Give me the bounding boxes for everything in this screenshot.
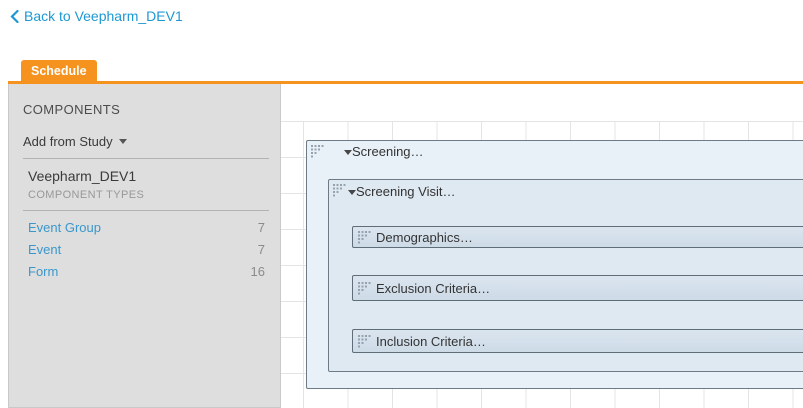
event-box-screening-visit[interactable]: Screening Visit… Demographics… — [328, 179, 803, 372]
components-panel-title: COMPONENTS — [23, 102, 269, 117]
form-label: Demographics… — [376, 230, 473, 245]
event-group-link[interactable]: Event Group — [28, 220, 101, 235]
component-type-row-event-group[interactable]: Event Group 7 — [23, 216, 269, 238]
event-group-box-screening[interactable]: Screening… Screening Visit… — [306, 140, 803, 389]
sidebar-divider — [23, 210, 269, 211]
drag-handle-icon[interactable] — [333, 184, 346, 197]
back-chevron-icon — [10, 10, 19, 23]
components-panel: COMPONENTS Add from Study Veepharm_DEV1 … — [8, 84, 281, 408]
form-label: Inclusion Criteria… — [376, 334, 486, 349]
event-label: Screening Visit… — [356, 184, 455, 199]
form-label: Exclusion Criteria… — [376, 281, 490, 296]
schedule-canvas[interactable]: Screening… Screening Visit… — [281, 84, 803, 408]
component-type-row-form[interactable]: Form 16 — [23, 260, 269, 282]
event-group-count: 7 — [258, 220, 265, 235]
form-box-exclusion-criteria[interactable]: Exclusion Criteria… — [352, 275, 803, 301]
back-link[interactable]: Back to Veepharm_DEV1 — [10, 8, 183, 24]
drag-handle-icon[interactable] — [311, 145, 324, 158]
dropdown-caret-icon — [119, 139, 127, 144]
component-type-row-event[interactable]: Event 7 — [23, 238, 269, 260]
component-type-list: Event Group 7 Event 7 Form 16 — [23, 216, 269, 282]
back-link-label: Back to Veepharm_DEV1 — [24, 8, 183, 24]
collapse-caret-icon[interactable] — [348, 190, 356, 195]
add-from-study-button[interactable]: Add from Study — [23, 134, 269, 149]
sidebar-divider — [23, 158, 269, 159]
drag-handle-icon[interactable] — [358, 282, 371, 295]
drag-handle-icon[interactable] — [358, 335, 371, 348]
form-link[interactable]: Form — [28, 264, 58, 279]
event-group-label: Screening… — [352, 144, 424, 159]
form-box-demographics[interactable]: Demographics… — [352, 226, 803, 248]
add-from-study-label: Add from Study — [23, 134, 113, 149]
form-box-inclusion-criteria[interactable]: Inclusion Criteria… — [352, 329, 803, 353]
event-link[interactable]: Event — [28, 242, 61, 257]
event-count: 7 — [258, 242, 265, 257]
drag-handle-icon[interactable] — [358, 231, 371, 244]
tab-schedule-label: Schedule — [31, 64, 87, 78]
component-types-label: COMPONENT TYPES — [23, 189, 269, 201]
tab-schedule[interactable]: Schedule — [21, 60, 97, 81]
form-count: 16 — [251, 264, 265, 279]
study-name: Veepharm_DEV1 — [23, 168, 269, 184]
collapse-caret-icon[interactable] — [344, 150, 352, 155]
